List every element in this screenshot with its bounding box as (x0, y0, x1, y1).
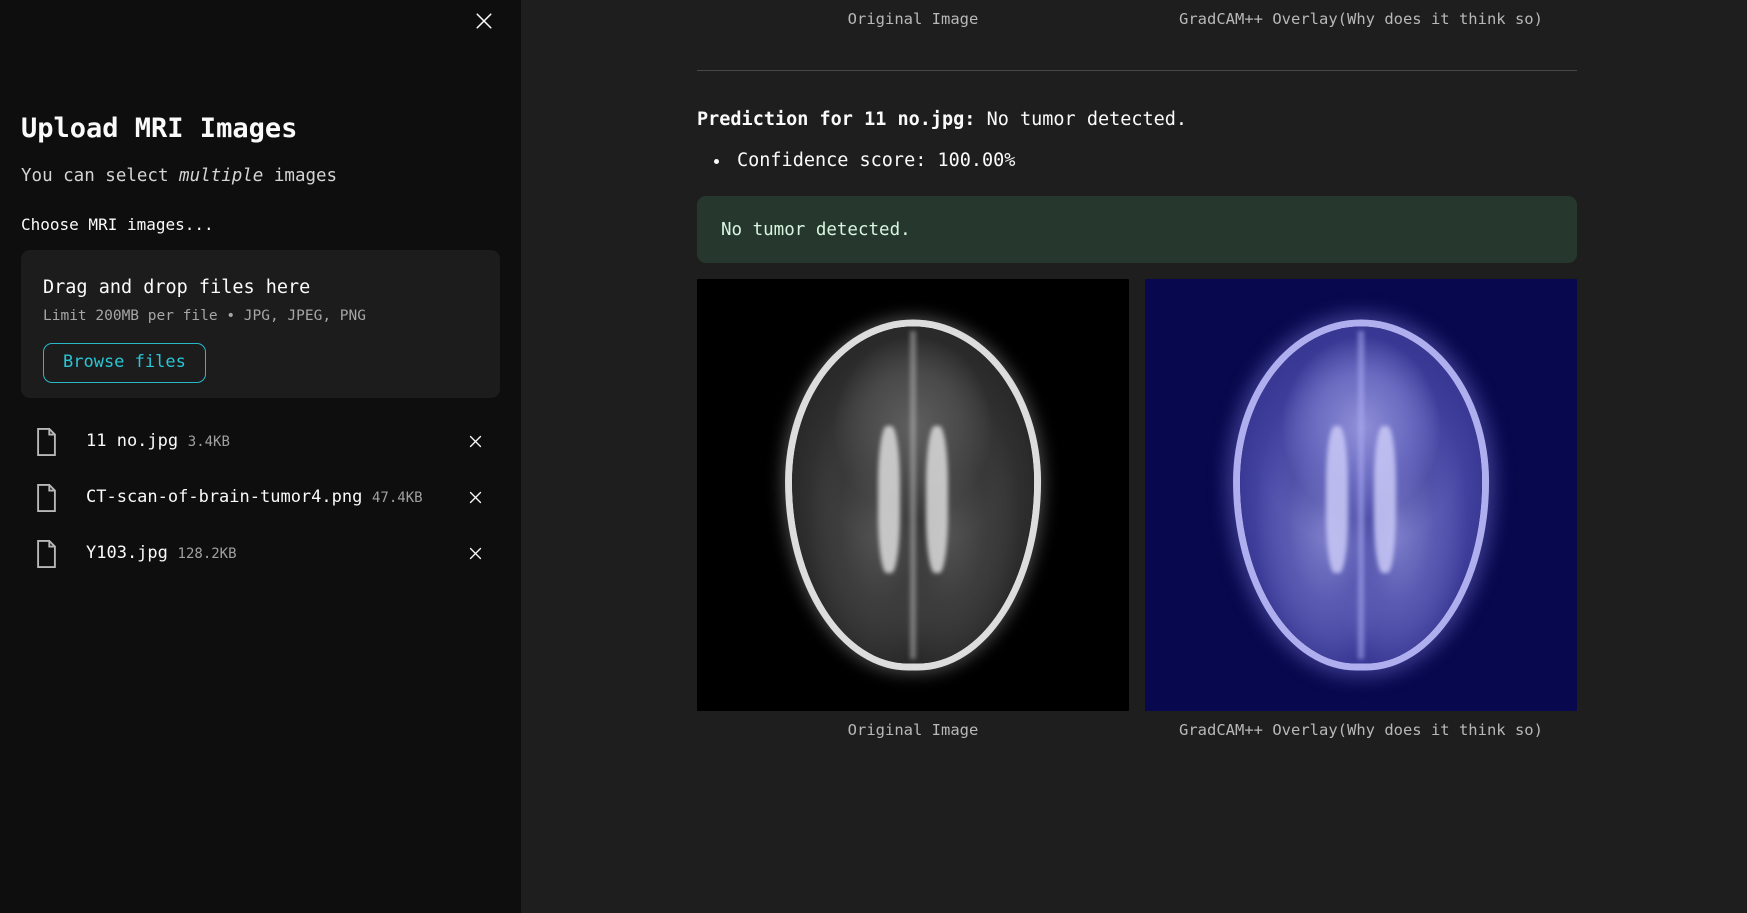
original-image-cell: Original Image (697, 0, 1129, 31)
original-image-cell: Original Image (697, 279, 1129, 742)
file-size: 3.4KB (187, 434, 230, 451)
current-result-images: Original Image GradCAM++ Overlay(Why doe… (697, 279, 1577, 742)
image-caption: Original Image (847, 721, 979, 740)
close-icon (469, 435, 481, 448)
close-icon (476, 13, 492, 29)
gradcam-image-cell: GradCAM++ Overlay(Why does it think so) (1145, 0, 1577, 31)
file-meta: 11 no.jpg 3.4KB (63, 430, 460, 453)
file-meta: CT-scan-of-brain-tumor4.png 47.4KB (63, 486, 460, 509)
file-uploader-label: Choose MRI images... (21, 215, 214, 235)
file-size: 128.2KB (177, 546, 237, 563)
close-sidebar-button[interactable] (467, 4, 501, 38)
section-divider (697, 69, 1577, 71)
page-title: Upload MRI Images (21, 113, 298, 144)
close-icon (469, 491, 481, 504)
gradcam-image-cell: GradCAM++ Overlay(Why does it think so) (1145, 279, 1577, 742)
file-dropzone[interactable]: Drag and drop files here Limit 200MB per… (21, 249, 500, 398)
status-badge: No tumor detected. (697, 196, 1577, 264)
app-root: Upload MRI Images You can select multipl… (0, 0, 1747, 913)
results-main: Original Image GradCAM++ Overlay(Why doe… (521, 0, 1747, 913)
sidebar-content: Upload MRI Images You can select multipl… (0, 0, 521, 582)
subtitle-emphasis: multiple (179, 165, 264, 186)
file-icon (29, 427, 63, 456)
dropzone-title: Drag and drop files here (43, 276, 311, 298)
uploaded-file-list: 11 no.jpg 3.4KB CT-scan-of-brain-tumor4.… (21, 414, 500, 582)
subtitle-prefix: You can select (21, 165, 180, 186)
file-name: Y103.jpg (86, 543, 168, 564)
remove-file-button[interactable] (460, 427, 490, 457)
gradcam-overlay-image[interactable] (1145, 279, 1577, 712)
file-icon (29, 539, 63, 568)
list-item: 11 no.jpg 3.4KB (21, 414, 500, 470)
remove-file-button[interactable] (460, 539, 490, 569)
upload-sidebar: Upload MRI Images You can select multipl… (0, 0, 521, 913)
subtitle-suffix: images (263, 165, 338, 186)
prediction-value: No tumor detected. (975, 108, 1188, 130)
panel-subtitle: You can select multiple images (21, 164, 500, 189)
browse-files-button[interactable]: Browse files (43, 342, 206, 383)
file-meta: Y103.jpg 128.2KB (63, 542, 460, 565)
prediction-text: Prediction for 11 no.jpg: No tumor detec… (697, 107, 1577, 134)
status-text: No tumor detected. (721, 219, 911, 240)
prediction-label: Prediction for 11 no.jpg: (697, 108, 976, 130)
image-caption: Original Image (847, 10, 979, 28)
list-item: Y103.jpg 128.2KB (21, 526, 500, 582)
file-icon (29, 483, 63, 512)
image-caption: GradCAM++ Overlay(Why does it think so) (1179, 721, 1543, 740)
file-size: 47.4KB (371, 490, 423, 507)
dropzone-limit: Limit 200MB per file • JPG, JPEG, PNG (43, 307, 367, 324)
list-item: CT-scan-of-brain-tumor4.png 47.4KB (21, 470, 500, 526)
remove-file-button[interactable] (460, 483, 490, 513)
confidence-score-item: Confidence score: 100.00% (731, 148, 1577, 175)
prediction-details-list: Confidence score: 100.00% (697, 148, 1577, 175)
file-name: 11 no.jpg (86, 431, 179, 452)
previous-result-images: Original Image GradCAM++ Overlay(Why doe… (697, 0, 1577, 31)
close-icon (469, 547, 481, 560)
original-mri-image[interactable] (697, 279, 1129, 712)
results-container: Original Image GradCAM++ Overlay(Why doe… (697, 0, 1577, 742)
image-caption: GradCAM++ Overlay(Why does it think so) (1179, 10, 1543, 28)
file-name: CT-scan-of-brain-tumor4.png (86, 487, 363, 508)
